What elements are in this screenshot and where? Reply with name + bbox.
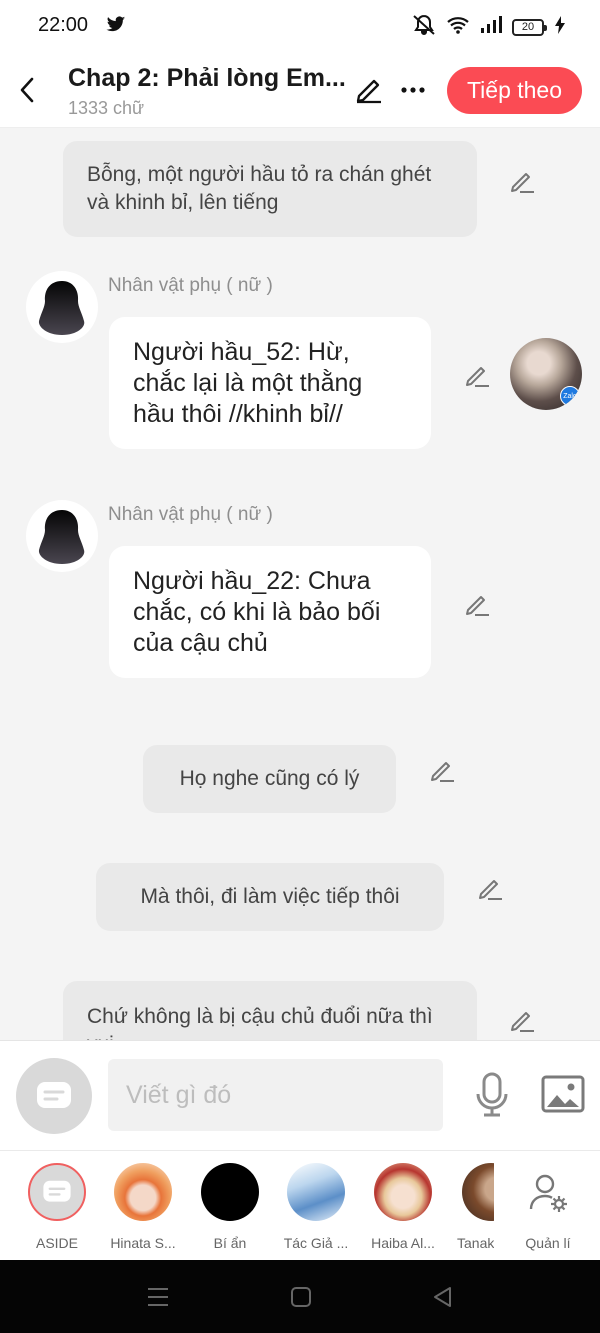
battery-icon: 20 <box>512 19 547 36</box>
character-label: Tác Giả ... <box>283 1235 349 1251</box>
system-navigation-bar <box>0 1260 600 1333</box>
status-indicators: 20 <box>412 14 566 41</box>
character-label: Tanak <box>457 1235 494 1251</box>
edit-message-icon[interactable] <box>463 590 491 618</box>
status-time: 22:00 <box>38 14 89 36</box>
character-label: Haiba Al... <box>371 1235 435 1251</box>
chat-area[interactable]: Bỗng, một người hầu tỏ ra chán ghét và k… <box>0 128 600 1040</box>
aside-toggle-button[interactable] <box>16 1058 92 1134</box>
microphone-icon <box>476 1072 508 1117</box>
message-input[interactable] <box>108 1059 443 1131</box>
dialogue-bubble[interactable]: Người hầu_52: Hừ, chắc lại là một thằng … <box>109 317 431 449</box>
character-haiba[interactable]: Haiba Al... <box>358 1163 448 1251</box>
edit-message-icon[interactable] <box>508 167 536 195</box>
more-options-button[interactable] <box>398 76 428 104</box>
character-avatar <box>374 1163 432 1221</box>
dialogue-text: Người hầu_52: Hừ, chắc lại là một thằng … <box>133 338 363 428</box>
character-label: Bí ẩn <box>213 1235 247 1251</box>
edit-message-icon[interactable] <box>428 756 456 784</box>
menu-icon[interactable] <box>145 1284 171 1310</box>
signal-icon <box>480 16 502 39</box>
narration-bubble[interactable]: Bỗng, một người hầu tỏ ra chán ghét và k… <box>63 141 477 237</box>
character-avatar <box>114 1163 172 1221</box>
home-icon[interactable] <box>288 1284 314 1310</box>
character-avatar <box>462 1163 494 1221</box>
silhouette-icon <box>38 510 85 564</box>
chat-bubble-icon <box>43 1180 71 1202</box>
edit-message-icon[interactable] <box>508 1006 536 1034</box>
mute-bell-icon <box>412 14 436 41</box>
edit-message-icon[interactable] <box>463 361 491 389</box>
character-hinata[interactable]: Hinata S... <box>98 1163 188 1251</box>
narration-text: Họ nghe cũng có lý <box>179 767 360 790</box>
user-gear-icon <box>529 1174 567 1212</box>
character-selector: ASIDE Hinata S... Bí ẩn Tác Giả ... Haib… <box>0 1150 600 1260</box>
back-triangle-icon[interactable] <box>430 1284 456 1310</box>
speaker-name: Nhân vật phụ ( nữ ) <box>108 504 273 525</box>
character-label: Quản lí <box>525 1235 571 1251</box>
narration-bubble[interactable]: Họ nghe cũng có lý <box>143 745 396 813</box>
character-aside[interactable]: ASIDE <box>12 1163 102 1251</box>
edit-title-button[interactable] <box>354 74 386 106</box>
pencil-icon <box>356 79 381 104</box>
chat-bubble-icon <box>37 1082 71 1108</box>
microphone-button[interactable] <box>474 1072 510 1118</box>
message-composer <box>0 1040 600 1150</box>
manage-avatar <box>519 1163 577 1221</box>
dialogue-bubble[interactable]: Người hầu_22: Chưa chắc, có khi là bảo b… <box>109 546 431 678</box>
more-dots-icon <box>401 87 425 93</box>
speaker-avatar[interactable] <box>26 271 98 343</box>
character-label: ASIDE <box>35 1235 78 1251</box>
back-button[interactable] <box>12 72 42 108</box>
zalo-badge: Zalo <box>560 386 580 406</box>
silhouette-icon <box>38 281 85 335</box>
chapter-title: Chap 2: Phải lòng Em... <box>68 64 346 92</box>
character-author[interactable]: Tác Giả ... <box>271 1163 361 1251</box>
aside-avatar <box>28 1163 86 1221</box>
narration-bubble[interactable]: Mà thôi, đi làm việc tiếp thôi <box>96 863 444 931</box>
speaker-name: Nhân vật phụ ( nữ ) <box>108 275 273 296</box>
insert-image-button[interactable] <box>541 1075 585 1115</box>
character-avatar <box>201 1163 259 1221</box>
charging-icon <box>554 16 566 39</box>
next-chapter-button[interactable]: Tiếp theo <box>447 67 582 114</box>
dialogue-text: Người hầu_22: Chưa chắc, có khi là bảo b… <box>133 567 381 657</box>
chapter-header: Chap 2: Phải lòng Em... 1333 chữ Tiếp th… <box>0 52 600 128</box>
word-count: 1333 chữ <box>68 98 145 118</box>
floating-chat-head-avatar[interactable]: Zalo <box>510 338 582 410</box>
speaker-avatar[interactable] <box>26 500 98 572</box>
narration-text: Mà thôi, đi làm việc tiếp thôi <box>140 885 400 908</box>
image-icon <box>541 1075 585 1113</box>
narration-text: Bỗng, một người hầu tỏ ra chán ghét và k… <box>87 163 432 214</box>
twitter-icon <box>106 16 126 38</box>
wifi-icon <box>446 15 470 40</box>
character-label: Hinata S... <box>110 1235 176 1251</box>
status-bar: 22:00 20 <box>0 0 600 52</box>
character-avatar <box>287 1163 345 1221</box>
character-tanak[interactable]: Tanak <box>448 1163 494 1251</box>
narration-text: Chứ không là bị cậu chủ đuổi nữa thì vui <box>87 1005 433 1040</box>
character-mystery[interactable]: Bí ẩn <box>185 1163 275 1251</box>
edit-message-icon[interactable] <box>476 874 504 902</box>
narration-bubble[interactable]: Chứ không là bị cậu chủ đuổi nữa thì vui <box>63 981 477 1040</box>
chevron-left-icon <box>20 77 34 103</box>
manage-characters-button[interactable]: Quản lí <box>503 1163 593 1251</box>
